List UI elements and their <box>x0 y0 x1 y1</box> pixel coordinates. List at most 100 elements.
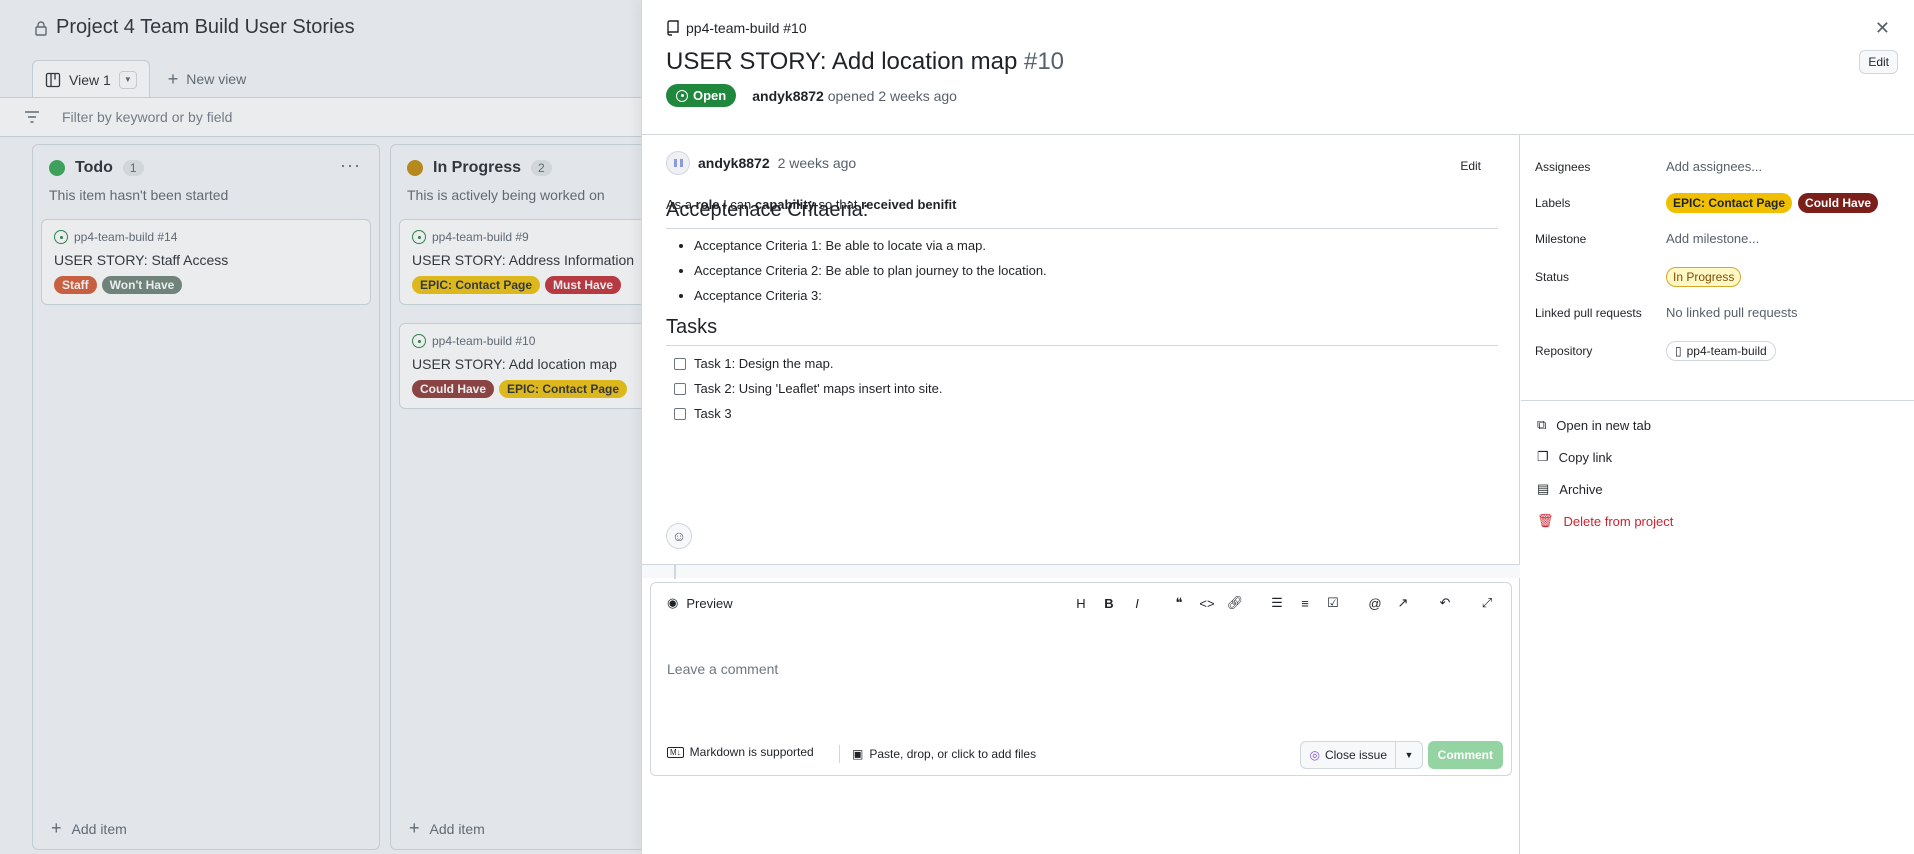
issue-body: andyk8872 2 weeks ago Edit As a role I c… <box>642 135 1520 854</box>
archive-icon: ▤ <box>1537 481 1550 496</box>
comment-button[interactable]: Comment <box>1427 741 1503 769</box>
status-value[interactable]: In Progress <box>1666 267 1742 287</box>
author-link[interactable]: andyk8872 <box>752 88 824 104</box>
issue-reference-text[interactable]: pp4-team-build #10 <box>686 20 807 36</box>
close-issue-dropdown-icon[interactable]: ▼ <box>1396 750 1422 760</box>
status-badge-label: Open <box>693 88 727 103</box>
new-view-button[interactable]: + New view <box>160 69 246 90</box>
status-dot <box>49 160 65 176</box>
status-label: Status <box>1535 270 1570 284</box>
open-in-new-tab-button[interactable]: ⧉ Open in new tab <box>1537 417 1651 433</box>
close-icon[interactable]: ✕ <box>1875 18 1890 39</box>
repository-badge[interactable]: ▯ pp4-team-build <box>1666 341 1776 361</box>
filter-bar[interactable]: Filter by keyword or by field <box>0 97 642 137</box>
avatar[interactable] <box>666 151 690 175</box>
column-count: 1 <box>122 160 144 176</box>
list-item: Acceptance Criteria 1: Be able to locate… <box>694 233 1047 258</box>
view-options-caret-icon[interactable]: ▼ <box>118 70 137 89</box>
code-icon[interactable]: <> <box>1193 593 1221 613</box>
add-item-button[interactable]: + Add item <box>409 818 485 839</box>
opened-text: opened 2 weeks ago <box>827 87 957 104</box>
repository-name: pp4-team-build <box>1686 344 1767 358</box>
filter-input[interactable]: Filter by keyword or by field <box>62 109 232 125</box>
comment-author[interactable]: andyk8872 <box>698 155 770 171</box>
fullscreen-icon[interactable]: ⤢ <box>1473 593 1501 613</box>
repo-icon <box>667 20 679 36</box>
markdown-label: Markdown is supported <box>689 745 814 759</box>
quote-icon[interactable]: ❝ <box>1165 593 1193 613</box>
list-item: Acceptance Criteria 3: <box>694 283 1047 308</box>
card-ref: pp4-team-build #9 <box>432 230 529 244</box>
archive-button[interactable]: ▤ Archive <box>1537 481 1603 497</box>
heading-icon[interactable]: H <box>1067 593 1095 613</box>
comment-input[interactable]: Leave a comment <box>667 661 778 677</box>
edit-comment-button[interactable]: Edit <box>1460 159 1481 173</box>
divider <box>1521 400 1914 401</box>
tab-view-1[interactable]: View 1 ▼ <box>32 60 150 98</box>
attach-files-button[interactable]: ▣ Paste, drop, or click to add files <box>839 745 1036 763</box>
column-name: Todo <box>75 159 113 176</box>
card-title[interactable]: USER STORY: Staff Access <box>54 252 358 268</box>
delete-from-project-button[interactable]: 🗑︎ Delete from project <box>1537 513 1673 529</box>
edit-title-button[interactable]: Edit <box>1859 50 1898 74</box>
labels-label: Labels <box>1535 196 1571 210</box>
check-circle-icon: ◎ <box>1309 748 1320 762</box>
assignees-label: Assignees <box>1535 159 1591 174</box>
markdown-note[interactable]: M↓ Markdown is supported <box>667 745 814 759</box>
task-checkbox[interactable] <box>674 407 686 420</box>
image-icon: ▣ <box>852 747 864 761</box>
open-in-new-tab-label: Open in new tab <box>1556 417 1651 433</box>
cross-reference-icon[interactable]: ↗ <box>1389 593 1417 613</box>
plus-icon: + <box>167 68 179 89</box>
repository-label: Repository <box>1535 344 1593 358</box>
status-row: Status In Progress <box>1535 267 1905 287</box>
reply-icon[interactable]: ↶ <box>1431 593 1459 613</box>
preview-tab[interactable]: ◉ Preview <box>667 595 733 611</box>
numbered-list-icon[interactable]: ≡ <box>1291 593 1319 613</box>
board-card[interactable]: pp4-team-build #14 USER STORY: Staff Acc… <box>41 219 371 305</box>
issue-title-text: USER STORY: Add location map <box>666 48 1018 75</box>
formatting-toolbar: H B I ❝ <> 🔗︎ ☰ ≡ ☑ @ ↗ ↶ ⤢ <box>1067 593 1501 613</box>
assignees-value[interactable]: Add assignees... <box>1666 159 1762 174</box>
column-todo: Todo 1 ··· This item hasn't been started… <box>32 144 380 850</box>
list-item: Acceptance Criteria 2: Be able to plan j… <box>694 258 1047 283</box>
bulleted-list-icon[interactable]: ☰ <box>1263 593 1291 613</box>
label-badge: EPIC: Contact Page <box>499 380 628 398</box>
timeline-divider <box>642 564 1520 579</box>
mention-icon[interactable]: @ <box>1361 593 1389 613</box>
linked-pull-requests-row: Linked pull requests No linked pull requ… <box>1535 305 1905 320</box>
repository-value[interactable]: ▯ pp4-team-build <box>1666 341 1776 361</box>
task-list-icon[interactable]: ☑ <box>1319 593 1347 613</box>
issue-open-icon <box>676 89 688 102</box>
task-checkbox[interactable] <box>674 357 686 370</box>
markdown-icon: M↓ <box>667 746 684 758</box>
issue-sidebar: Assignees Add assignees... Labels EPIC: … <box>1521 135 1914 854</box>
comment-header: andyk8872 2 weeks ago <box>666 151 856 175</box>
close-issue-button[interactable]: ◎ Close issue ▼ <box>1300 741 1423 769</box>
labels-value[interactable]: EPIC: Contact Page Could Have <box>1666 193 1879 213</box>
plus-icon: + <box>51 818 62 838</box>
task-item: Task 1: Design the map. <box>674 351 942 376</box>
link-icon[interactable]: 🔗︎ <box>1221 593 1249 613</box>
repository-row: Repository ▯ pp4-team-build <box>1535 341 1905 361</box>
column-name: In Progress <box>433 159 522 176</box>
bold-icon[interactable]: B <box>1095 593 1123 613</box>
filter-icon <box>25 111 39 123</box>
task-item: Task 3 <box>674 401 942 426</box>
board-view-icon <box>45 72 61 87</box>
milestone-value[interactable]: Add milestone... <box>1666 231 1759 246</box>
labels-row: Labels EPIC: Contact Page Could Have <box>1535 193 1905 213</box>
copy-link-button[interactable]: ❐ Copy link <box>1537 449 1612 465</box>
column-more-icon[interactable]: ··· <box>340 155 361 176</box>
comment-time[interactable]: 2 weeks ago <box>778 155 857 171</box>
add-item-button[interactable]: + Add item <box>51 818 127 839</box>
tasks-heading: Tasks <box>666 316 1498 346</box>
task-checkbox[interactable] <box>674 382 686 395</box>
task-list: Task 1: Design the map. Task 2: Using 'L… <box>674 351 942 426</box>
italic-icon[interactable]: I <box>1123 593 1151 613</box>
trash-icon: 🗑︎ <box>1537 513 1554 528</box>
view-tabs: View 1 ▼ + New view <box>32 60 246 98</box>
copy-icon: ❐ <box>1537 449 1549 464</box>
issue-meta: Open andyk8872 opened 2 weeks ago <box>666 84 957 107</box>
smiley-reaction-icon[interactable]: ☺ <box>666 523 692 549</box>
